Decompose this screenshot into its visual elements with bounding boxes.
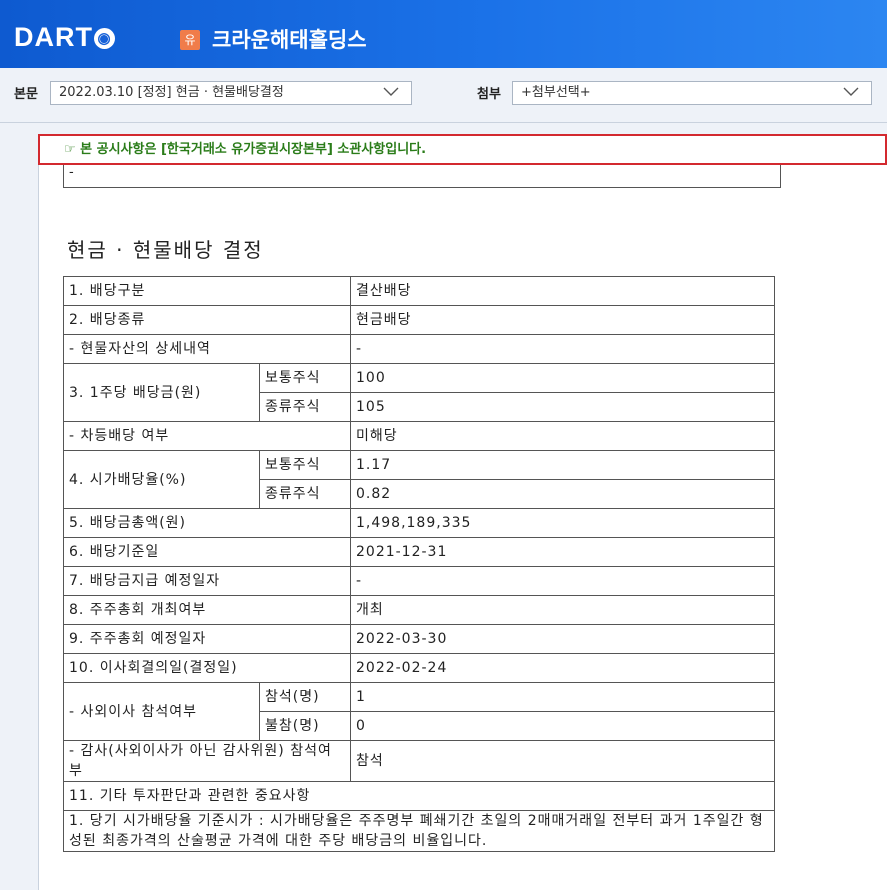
- table-row: - 감사(사외이사가 아닌 감사위원) 참석여부 참석: [63, 740, 775, 782]
- document-toolbar: 본문 2022.03.10 [정정] 현금 · 현물배당결정 첨부 +첨부선택+: [0, 68, 887, 123]
- table-row: - 현물자산의 상세내역 -: [63, 334, 775, 364]
- table-row: 11. 기타 투자판단과 관련한 중요사항: [63, 781, 775, 811]
- notice-banner: ☞ 본 공시사항은 [한국거래소 유가증권시장본부] 소관사항입니다.: [38, 134, 887, 165]
- row-value: 1.17: [350, 450, 775, 480]
- row-value: 2022-03-30: [350, 624, 775, 654]
- company-name: 크라운해태홀딩스: [212, 28, 367, 52]
- document-title: 현금 · 현물배당 결정: [67, 238, 264, 262]
- logo-text: DART: [14, 22, 93, 52]
- attach-label: 첨부: [477, 87, 501, 102]
- row-value: 1,498,189,335: [350, 508, 775, 538]
- row-value: 현금배당: [350, 305, 775, 335]
- row-label: 1. 배당구분: [63, 276, 351, 306]
- note-text: 1. 당기 시가배당율 기준시가 : 시가배당율은 주주명부 폐쇄기간 초일의 …: [63, 810, 775, 852]
- table-row: 9. 주주총회 예정일자 2022-03-30: [63, 624, 775, 654]
- table-row: 4. 시가배당율(%) 보통주식 1.17: [63, 450, 775, 509]
- table-row: 1. 배당구분 결산배당: [63, 276, 775, 306]
- table-row: 2. 배당종류 현금배당: [63, 305, 775, 335]
- row-sublabel: 불참(명): [259, 711, 351, 741]
- row-value: 100: [350, 363, 775, 393]
- row-label: 3. 1주당 배당금(원): [63, 363, 260, 422]
- row-label: 10. 이사회결의일(결정일): [63, 653, 351, 683]
- row-label: 5. 배당금총액(원): [63, 508, 351, 538]
- table-row: 5. 배당금총액(원) 1,498,189,335: [63, 508, 775, 538]
- row-value: -: [350, 566, 775, 596]
- row-label: 9. 주주총회 예정일자: [63, 624, 351, 654]
- table-row: 1. 당기 시가배당율 기준시가 : 시가배당율은 주주명부 폐쇄기간 초일의 …: [63, 810, 775, 852]
- row-sublabel: 보통주식: [259, 450, 351, 480]
- main-doc-select-value: 2022.03.10 [정정] 현금 · 현물배당결정: [59, 85, 284, 100]
- row-value: 결산배당: [350, 276, 775, 306]
- previous-table-cell: -: [63, 165, 781, 188]
- row-value: -: [350, 334, 775, 364]
- row-label: - 차등배당 여부: [63, 421, 351, 451]
- table-row: 3. 1주당 배당금(원) 보통주식 100: [63, 363, 775, 422]
- table-row: 7. 배당금지급 예정일자 -: [63, 566, 775, 596]
- row-label: 7. 배당금지급 예정일자: [63, 566, 351, 596]
- row-value: 참석: [350, 740, 775, 782]
- row-sublabel: 보통주식: [259, 363, 351, 393]
- row-label: 11. 기타 투자판단과 관련한 중요사항: [63, 781, 775, 811]
- row-value: 개최: [350, 595, 775, 625]
- row-label: 6. 배당기준일: [63, 537, 351, 567]
- row-value: 미해당: [350, 421, 775, 451]
- row-label: - 현물자산의 상세내역: [63, 334, 351, 364]
- row-value: 0.82: [350, 479, 775, 509]
- dart-logo[interactable]: DART ◉: [14, 22, 115, 52]
- main-doc-select[interactable]: 2022.03.10 [정정] 현금 · 현물배당결정: [50, 81, 412, 105]
- row-sublabel: 참석(명): [259, 682, 351, 712]
- top-header: DART ◉ 유 크라운해태홀딩스: [0, 0, 887, 68]
- table-row: 10. 이사회결의일(결정일) 2022-02-24: [63, 653, 775, 683]
- table-row: - 차등배당 여부 미해당: [63, 421, 775, 451]
- table-row: 8. 주주총회 개최여부 개최: [63, 595, 775, 625]
- logo-badge-icon: ◉: [94, 28, 115, 49]
- row-value: 0: [350, 711, 775, 741]
- row-value: 105: [350, 392, 775, 422]
- market-badge: 유: [180, 30, 200, 50]
- row-value: 2022-02-24: [350, 653, 775, 683]
- row-label: 2. 배당종류: [63, 305, 351, 335]
- attach-select[interactable]: +첨부선택+: [512, 81, 872, 105]
- chevron-down-icon: [383, 87, 399, 96]
- row-label: 4. 시가배당율(%): [63, 450, 260, 509]
- row-label: - 감사(사외이사가 아닌 감사위원) 참석여부: [63, 740, 351, 782]
- row-sublabel: 종류주식: [259, 479, 351, 509]
- table-row: 6. 배당기준일 2021-12-31: [63, 537, 775, 567]
- row-label: - 사외이사 참석여부: [63, 682, 260, 741]
- row-value: 1: [350, 682, 775, 712]
- row-value: 2021-12-31: [350, 537, 775, 567]
- main-doc-label: 본문: [14, 87, 38, 102]
- dividend-table: 1. 배당구분 결산배당 2. 배당종류 현금배당 - 현물자산의 상세내역 -…: [63, 276, 775, 852]
- row-label: 8. 주주총회 개최여부: [63, 595, 351, 625]
- attach-select-value: +첨부선택+: [521, 85, 591, 100]
- table-row: - 사외이사 참석여부 참석(명) 1: [63, 682, 775, 741]
- row-sublabel: 종류주식: [259, 392, 351, 422]
- chevron-down-icon: [843, 87, 859, 96]
